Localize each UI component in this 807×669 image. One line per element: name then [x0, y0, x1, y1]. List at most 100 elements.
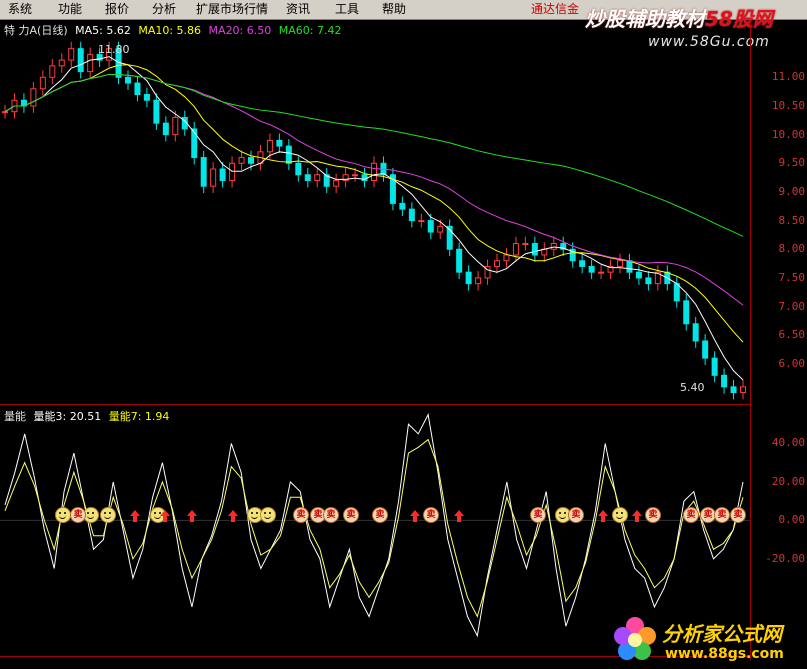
candle-body [77, 48, 84, 73]
candle-body [512, 243, 519, 256]
candle-body [2, 111, 8, 114]
candle-body [210, 168, 217, 187]
candle-body [266, 139, 273, 153]
buy-arrow-icon [160, 510, 170, 522]
candle-body [229, 162, 236, 181]
price-axis-line [750, 20, 751, 660]
candle-body [635, 271, 642, 279]
broker-link[interactable]: 通达信金 [531, 2, 579, 17]
candle-body [692, 323, 699, 342]
candle-body [702, 340, 709, 359]
candle-body [522, 243, 529, 246]
sell-signal-icon: 卖 [568, 507, 584, 523]
low-price-note: 5.40 [680, 381, 705, 394]
candle-body [465, 271, 472, 285]
candle-body [399, 202, 406, 210]
candle-body [285, 145, 292, 164]
candle-body [304, 174, 311, 181]
volume-tick-label: -20.00 [765, 551, 805, 565]
candle-body [531, 243, 538, 256]
watermark-bottom: 分析家公式网 www.88gs.com [610, 612, 805, 667]
candle-body [408, 208, 415, 222]
sell-signal-icon: 卖 [323, 507, 339, 523]
candle-body [87, 53, 94, 73]
menu-help[interactable]: 帮助 [382, 2, 406, 17]
candle-body [162, 122, 169, 136]
price-tick-label: 9.00 [778, 184, 806, 198]
buy-arrow-icon [598, 510, 608, 522]
sell-signal-icon: 卖 [343, 507, 359, 523]
price-tick-label: 10.00 [771, 127, 805, 141]
buy-signal-icon [612, 507, 628, 523]
candle-body [248, 157, 254, 164]
candle-body [721, 374, 728, 388]
flower-logo-icon [614, 617, 656, 660]
price-tick-label: 11.00 [771, 70, 805, 84]
menu-news[interactable]: 资讯 [286, 2, 310, 17]
candle-body [645, 277, 652, 285]
sell-signal-icon: 卖 [530, 507, 546, 523]
candle-body [153, 99, 160, 124]
candle-body [333, 179, 340, 187]
candle-body [456, 248, 463, 273]
price-tick-label: 6.00 [778, 356, 806, 370]
price-tick-label: 8.50 [778, 213, 806, 227]
price-tick-label: 8.00 [778, 242, 806, 256]
price-tick-label: 7.50 [778, 270, 806, 284]
candle-body [550, 243, 557, 250]
candle-body [626, 260, 633, 273]
buy-arrow-icon [632, 510, 642, 522]
price-tick-label: 9.50 [778, 156, 806, 170]
candle-body [427, 220, 434, 233]
menu-tools[interactable]: 工具 [335, 2, 359, 17]
candle-body [276, 139, 283, 147]
candle-body [39, 76, 46, 90]
buy-signal-icon [260, 507, 276, 523]
ma60-line [4, 73, 744, 237]
watermark-bottom-url: www.88gs.com [665, 646, 784, 662]
sell-signal-icon: 卖 [70, 507, 86, 523]
sell-signal-icon: 卖 [683, 507, 699, 523]
ma5-line [4, 56, 744, 381]
sell-signal-icon: 卖 [423, 507, 439, 523]
candle-body [172, 116, 179, 136]
candle-body [143, 94, 150, 101]
candle-body [49, 65, 56, 78]
buy-signal-icon [100, 507, 116, 523]
menu-analysis[interactable]: 分析 [152, 2, 176, 17]
menu-extended-market[interactable]: 扩展市场行情 [196, 2, 268, 17]
candle-body [730, 386, 737, 394]
candle-body [475, 277, 482, 285]
buy-arrow-icon [130, 510, 140, 522]
candle-body [673, 283, 680, 302]
volume_s1-line [4, 413, 744, 638]
candle-body [295, 162, 302, 176]
candle-body [238, 157, 245, 164]
volume_s2-line [4, 438, 744, 618]
sell-signal-icon: 卖 [372, 507, 388, 523]
candle-body [68, 48, 75, 61]
candle-body [352, 174, 359, 177]
candle-body [579, 260, 586, 267]
candle-body [134, 82, 141, 96]
menu-system[interactable]: 系统 [8, 2, 32, 17]
watermark-bottom-title: 分析家公式网 [662, 622, 782, 646]
candle-body [437, 225, 444, 233]
candle-body [58, 59, 65, 67]
candle-body [418, 220, 425, 223]
buy-arrow-icon [410, 510, 420, 522]
candle-body [683, 300, 690, 325]
candle-body [588, 265, 595, 273]
buy-signal-icon [55, 507, 71, 523]
sell-signal-icon: 卖 [714, 507, 730, 523]
menu-function[interactable]: 功能 [58, 2, 82, 17]
candle-body [191, 128, 198, 159]
high-price-note: 11.80 [98, 43, 130, 56]
price-tick-label: 6.50 [778, 328, 806, 342]
candle-body [740, 386, 746, 394]
menu-quote[interactable]: 报价 [105, 2, 129, 17]
candle-body [711, 357, 718, 376]
price-tick-label: 7.00 [778, 299, 806, 313]
candle-body [219, 168, 226, 181]
candle-body [617, 260, 623, 267]
